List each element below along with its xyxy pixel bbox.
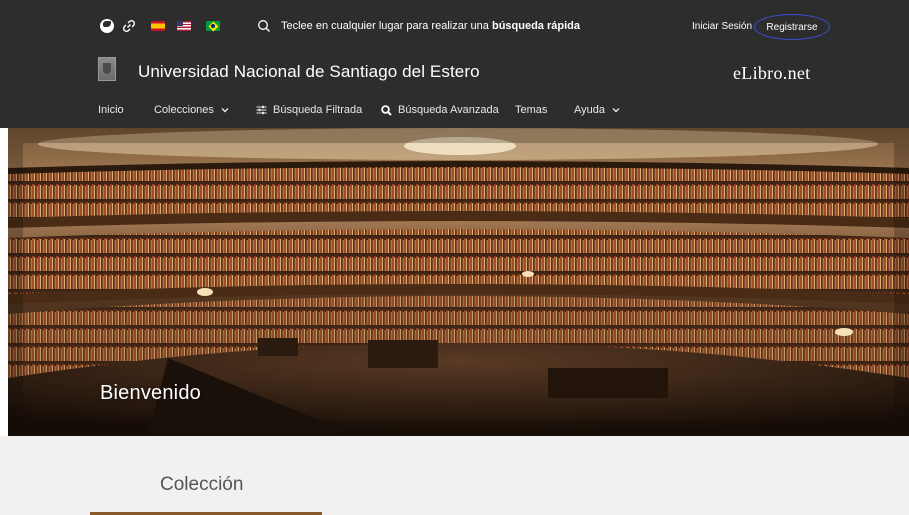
chevron-down-icon: [221, 108, 229, 113]
link-icon[interactable]: [122, 19, 136, 33]
search-icon: [381, 104, 392, 116]
nav-item-temas[interactable]: Temas: [515, 104, 547, 116]
collection-section: [0, 436, 909, 515]
section-title: Colección: [160, 474, 244, 495]
brazil-flag-icon[interactable]: [206, 21, 220, 31]
university-crest-logo[interactable]: [98, 57, 116, 81]
nav-label: Búsqueda Avanzada: [398, 104, 499, 116]
main-nav: Inicio Colecciones Búsqueda Filtrada Bús…: [0, 104, 909, 122]
nav-item-busqueda-avanzada[interactable]: Búsqueda Avanzada: [381, 104, 499, 116]
nav-label: Ayuda: [574, 104, 605, 116]
login-link[interactable]: Iniciar Sesión: [692, 21, 752, 32]
nav-item-ayuda[interactable]: Ayuda: [574, 104, 621, 116]
sliders-icon: [256, 105, 267, 115]
chevron-down-icon: [612, 108, 620, 113]
quick-search-hint[interactable]: Teclee en cualquier lugar para realizar …: [281, 20, 580, 32]
nav-item-colecciones[interactable]: Colecciones: [154, 104, 230, 116]
nav-label: Temas: [515, 104, 548, 116]
quick-search-hint-text: Teclee en cualquier lugar para realizar …: [281, 20, 489, 32]
nav-item-inicio[interactable]: Inicio: [98, 104, 124, 116]
nav-item-busqueda-filtrada[interactable]: Búsqueda Filtrada: [256, 104, 362, 116]
utility-bar: Teclee en cualquier lugar para realizar …: [0, 14, 909, 40]
register-link[interactable]: Registrarse: [754, 14, 830, 40]
welcome-heading: Bienvenido: [100, 382, 201, 404]
quick-search-hint-emphasis: búsqueda rápida: [491, 20, 580, 32]
site-header: Teclee en cualquier lugar para realizar …: [0, 0, 909, 128]
nav-label: Colecciones: [154, 104, 214, 116]
nav-label: Inicio: [98, 104, 124, 116]
us-flag-icon[interactable]: [177, 21, 191, 31]
nav-label: Búsqueda Filtrada: [273, 104, 363, 116]
spanish-flag-icon[interactable]: [151, 21, 165, 31]
register-label: Registrarse: [766, 21, 818, 33]
elibro-brand-logo[interactable]: eLibro.net: [733, 63, 810, 84]
institution-name[interactable]: Universidad Nacional de Santiago del Est…: [138, 62, 480, 82]
search-icon[interactable]: [257, 19, 271, 33]
globe-icon[interactable]: [100, 19, 114, 33]
